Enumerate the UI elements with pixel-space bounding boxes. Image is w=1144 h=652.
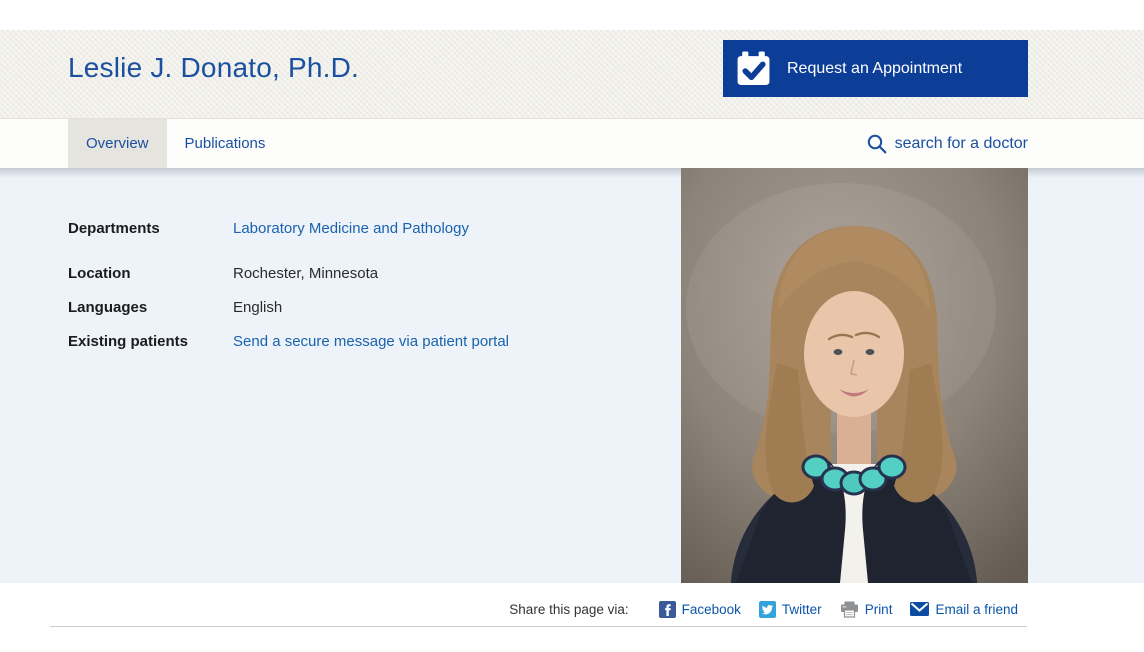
page-title: Leslie J. Donato, Ph.D. <box>68 52 359 84</box>
share-label: Share this page via: <box>509 602 628 617</box>
field-label: Languages <box>68 298 233 318</box>
share-facebook-label: Facebook <box>682 602 741 617</box>
doctor-profile-page: Leslie J. Donato, Ph.D. Request an Appoi… <box>0 0 1144 652</box>
search-label: search for a doctor <box>895 135 1028 153</box>
field-label: Departments <box>68 219 233 239</box>
twitter-icon <box>759 601 776 618</box>
footer-divider <box>50 626 1027 627</box>
field-label: Location <box>68 264 233 284</box>
share-twitter-link[interactable]: Twitter <box>759 601 822 618</box>
share-row: Share this page via: Facebook Twitter <box>0 599 1144 619</box>
search-for-doctor[interactable]: search for a doctor <box>866 119 1028 168</box>
tab-publications-label: Publications <box>185 135 266 152</box>
field-value: English <box>233 298 282 318</box>
top-white-strip <box>0 0 1144 30</box>
search-icon <box>866 133 888 155</box>
tab-bar: Overview Publications search for a docto… <box>0 119 1144 168</box>
email-icon <box>910 602 929 616</box>
tab-overview[interactable]: Overview <box>68 119 167 168</box>
share-facebook-link[interactable]: Facebook <box>659 601 741 618</box>
doctor-portrait-photo <box>681 168 1028 583</box>
request-appointment-button[interactable]: Request an Appointment <box>723 40 1028 97</box>
print-icon <box>840 601 859 618</box>
facebook-icon <box>659 601 676 618</box>
field-value: Rochester, Minnesota <box>233 264 378 284</box>
tab-publications[interactable]: Publications <box>167 119 284 168</box>
page-header: Leslie J. Donato, Ph.D. Request an Appoi… <box>0 30 1144 119</box>
departments-link[interactable]: Laboratory Medicine and Pathology <box>233 219 469 239</box>
share-footer: Share this page via: Facebook Twitter <box>0 583 1144 652</box>
tab-overview-label: Overview <box>86 135 149 152</box>
calendar-check-icon <box>735 50 772 87</box>
profile-content: Departments Laboratory Medicine and Path… <box>0 168 1144 583</box>
patient-portal-link[interactable]: Send a secure message via patient portal <box>233 332 509 352</box>
share-twitter-label: Twitter <box>782 602 822 617</box>
share-print-link[interactable]: Print <box>840 601 893 618</box>
field-label: Existing patients <box>68 332 233 352</box>
request-appointment-label: Request an Appointment <box>787 60 962 78</box>
share-email-label: Email a friend <box>935 602 1018 617</box>
share-email-link[interactable]: Email a friend <box>910 602 1018 617</box>
share-print-label: Print <box>865 602 893 617</box>
